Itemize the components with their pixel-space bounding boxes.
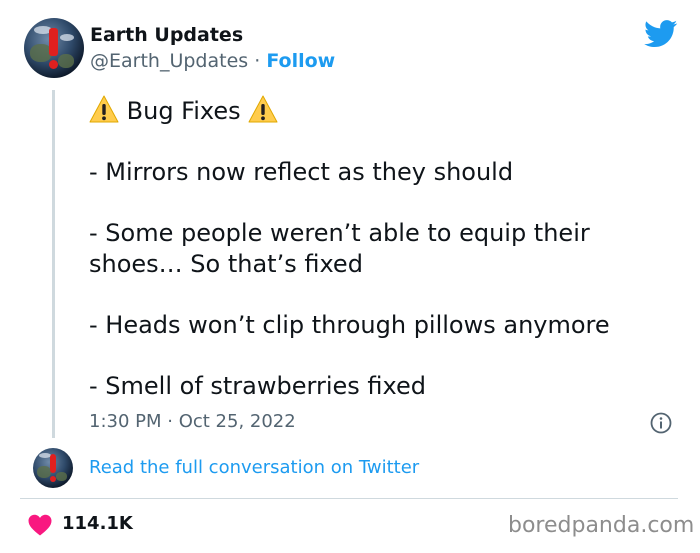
tweet-line: - Some people weren’t able to equip thei…	[89, 219, 590, 247]
follow-button[interactable]: Follow	[266, 50, 335, 72]
tweet-timestamp[interactable]: 1:30 PM · Oct 25, 2022	[89, 411, 296, 432]
info-icon[interactable]	[650, 412, 672, 434]
tweet-text: Bug Fixes - Mirrors now reflect as they …	[89, 95, 679, 402]
separator-dot: ·	[254, 50, 261, 72]
tweet-line: - Mirrors now reflect as they should	[89, 158, 514, 186]
heart-icon[interactable]	[28, 514, 52, 536]
thread-line	[52, 90, 55, 438]
read-conversation-link[interactable]: Read the full conversation on Twitter	[89, 457, 419, 478]
tweet-line: shoes… So that’s fixed	[89, 250, 363, 278]
warning-icon	[248, 95, 278, 123]
author-avatar[interactable]	[24, 18, 84, 78]
like-count[interactable]: 114.1K	[62, 513, 133, 534]
tweet-heading-row: Bug Fixes	[89, 95, 679, 127]
twitter-bird-icon[interactable]	[644, 20, 678, 48]
author-avatar-small[interactable]	[33, 448, 73, 488]
tweet-heading: Bug Fixes	[126, 97, 241, 125]
divider	[20, 498, 678, 499]
tweet-line: - Smell of strawberries fixed	[89, 372, 426, 400]
author-handle[interactable]: @Earth_Updates	[90, 50, 248, 72]
warning-icon	[89, 95, 119, 123]
tweet-line: - Heads won’t clip through pillows anymo…	[89, 311, 610, 339]
watermark: boredpanda.com	[508, 513, 695, 538]
author-handle-row: @Earth_Updates · Follow	[90, 50, 335, 72]
author-name[interactable]: Earth Updates	[90, 24, 243, 46]
